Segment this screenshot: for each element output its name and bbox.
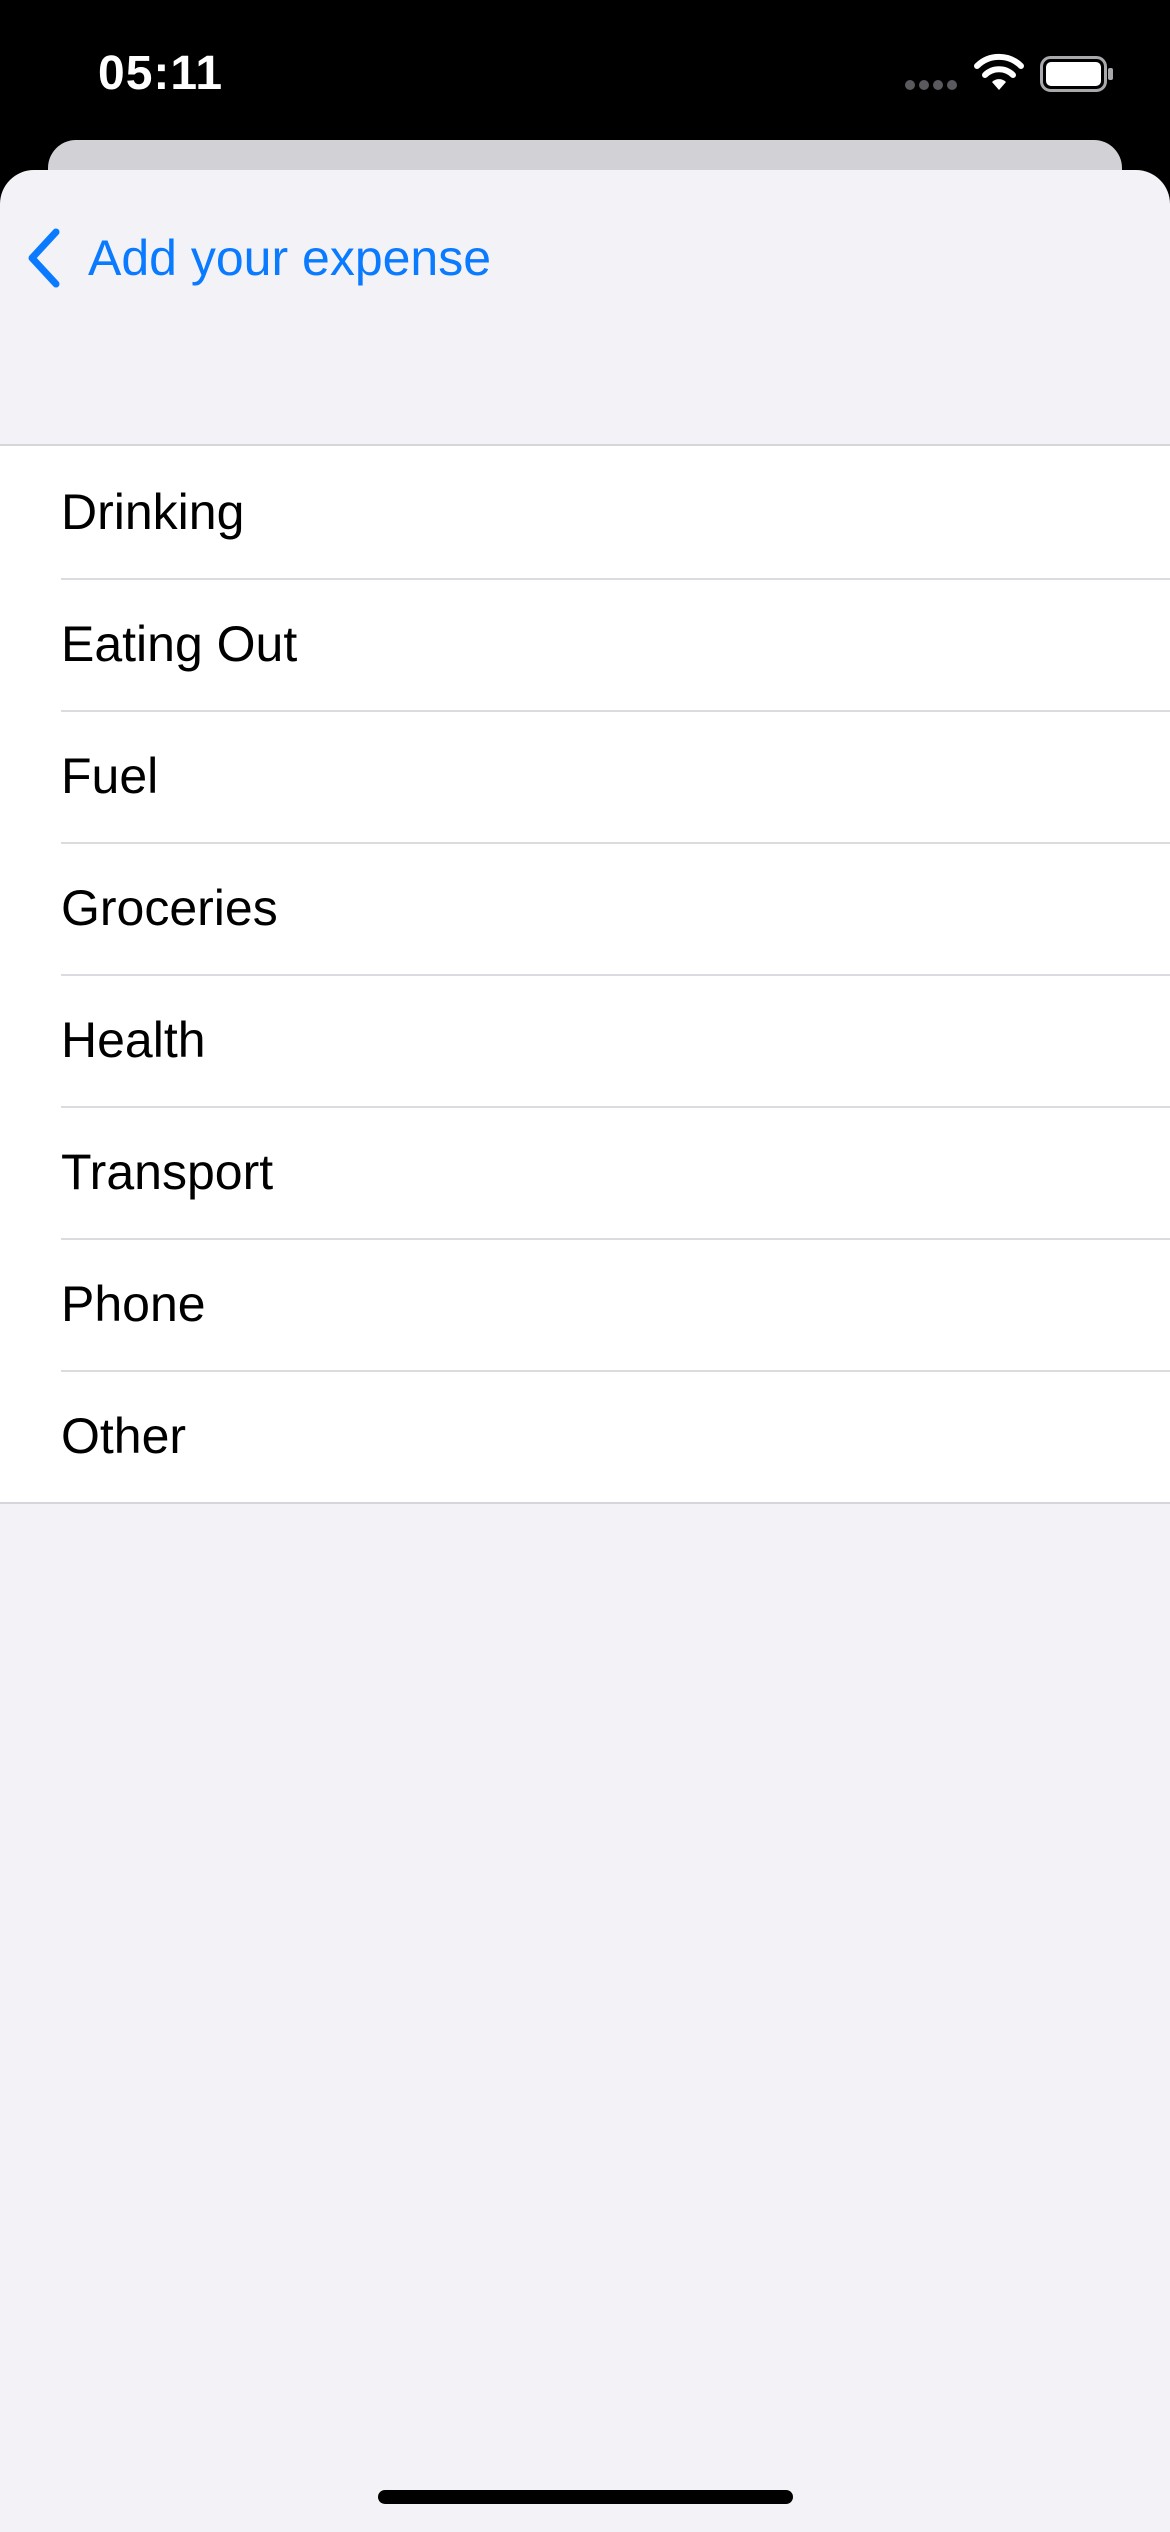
back-button-label: Add your expense: [88, 230, 492, 286]
category-item-fuel[interactable]: Fuel: [0, 710, 1170, 842]
wifi-icon: [974, 53, 1024, 90]
category-label: Phone: [61, 1276, 206, 1332]
category-item-drinking[interactable]: Drinking: [0, 446, 1170, 578]
status-bar: 05:11: [0, 0, 1170, 140]
category-item-eating-out[interactable]: Eating Out: [0, 578, 1170, 710]
category-list: Drinking Eating Out Fuel Groceries Healt…: [0, 444, 1170, 1504]
category-label: Drinking: [61, 484, 245, 540]
category-item-health[interactable]: Health: [0, 974, 1170, 1106]
category-label: Fuel: [61, 748, 159, 804]
category-label: Transport: [61, 1144, 274, 1200]
category-label: Other: [61, 1408, 187, 1464]
category-label: Groceries: [61, 880, 278, 936]
category-item-transport[interactable]: Transport: [0, 1106, 1170, 1238]
chevron-left-icon: [28, 228, 60, 288]
home-indicator[interactable]: [378, 2490, 793, 2504]
status-time: 05:11: [98, 47, 224, 100]
expense-category-sheet: Add your expense Drinking Eating Out Fue…: [0, 170, 1170, 2532]
battery-icon: [1040, 56, 1113, 92]
category-item-groceries[interactable]: Groceries: [0, 842, 1170, 974]
category-label: Health: [61, 1012, 206, 1068]
category-item-other[interactable]: Other: [0, 1370, 1170, 1502]
cellular-signal-icon: [905, 80, 959, 90]
category-item-phone[interactable]: Phone: [0, 1238, 1170, 1370]
back-button[interactable]: Add your expense: [24, 218, 491, 298]
category-label: Eating Out: [61, 616, 298, 672]
